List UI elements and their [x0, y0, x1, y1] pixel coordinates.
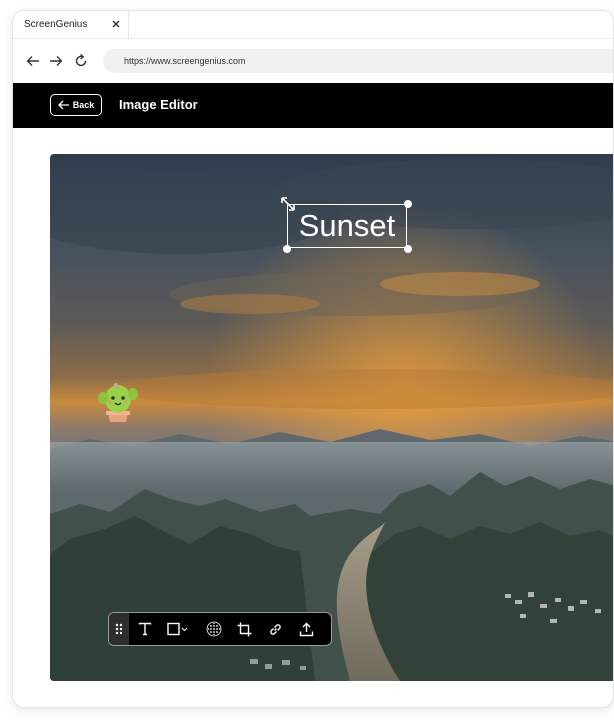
image-canvas[interactable]: Sunset: [50, 154, 613, 681]
close-icon[interactable]: [110, 18, 122, 30]
back-arrow-icon[interactable]: [26, 54, 40, 68]
back-button-label: Back: [72, 100, 95, 110]
tab-bar: ScreenGenius: [13, 11, 613, 39]
forward-arrow-icon[interactable]: [49, 54, 63, 68]
browser-window: ScreenGenius https://www.screengenius.co…: [12, 10, 614, 708]
text-overlay-box[interactable]: Sunset: [283, 200, 412, 253]
drag-handle[interactable]: [109, 613, 129, 645]
tab-title: ScreenGenius: [24, 19, 88, 30]
cactus-sticker[interactable]: [96, 377, 140, 423]
link-icon: [270, 623, 281, 635]
address-bar[interactable]: https://www.screengenius.com: [103, 49, 613, 73]
editor-toolbar: [108, 612, 332, 646]
crop-icon: [237, 622, 252, 636]
resize-handle-bottom-left[interactable]: [283, 245, 291, 253]
blur-icon: [206, 621, 221, 637]
upload-icon: [299, 622, 314, 636]
shape-tool-button[interactable]: [160, 613, 198, 645]
text-overlay[interactable]: Sunset: [299, 208, 396, 244]
resize-handle-bottom-right[interactable]: [404, 245, 412, 253]
link-tool-button[interactable]: [260, 613, 291, 645]
url-text: https://www.screengenius.com: [124, 56, 246, 66]
crop-tool-button[interactable]: [229, 613, 260, 645]
page-title: Image Editor: [119, 97, 198, 112]
reload-icon[interactable]: [74, 54, 88, 68]
upload-tool-button[interactable]: [291, 613, 322, 645]
navigation-bar: https://www.screengenius.com: [13, 39, 613, 83]
blur-tool-button[interactable]: [198, 613, 229, 645]
back-button[interactable]: Back: [50, 94, 102, 116]
text-tool-button[interactable]: [129, 613, 160, 645]
text-icon: [138, 622, 151, 636]
arrow-left-icon: [57, 100, 69, 110]
resize-handle-top-right[interactable]: [404, 200, 412, 208]
browser-tab[interactable]: ScreenGenius: [13, 11, 129, 38]
drag-dots-icon: [115, 623, 123, 635]
app-header: Back Image Editor: [13, 83, 613, 128]
square-shape-icon: [167, 622, 188, 636]
